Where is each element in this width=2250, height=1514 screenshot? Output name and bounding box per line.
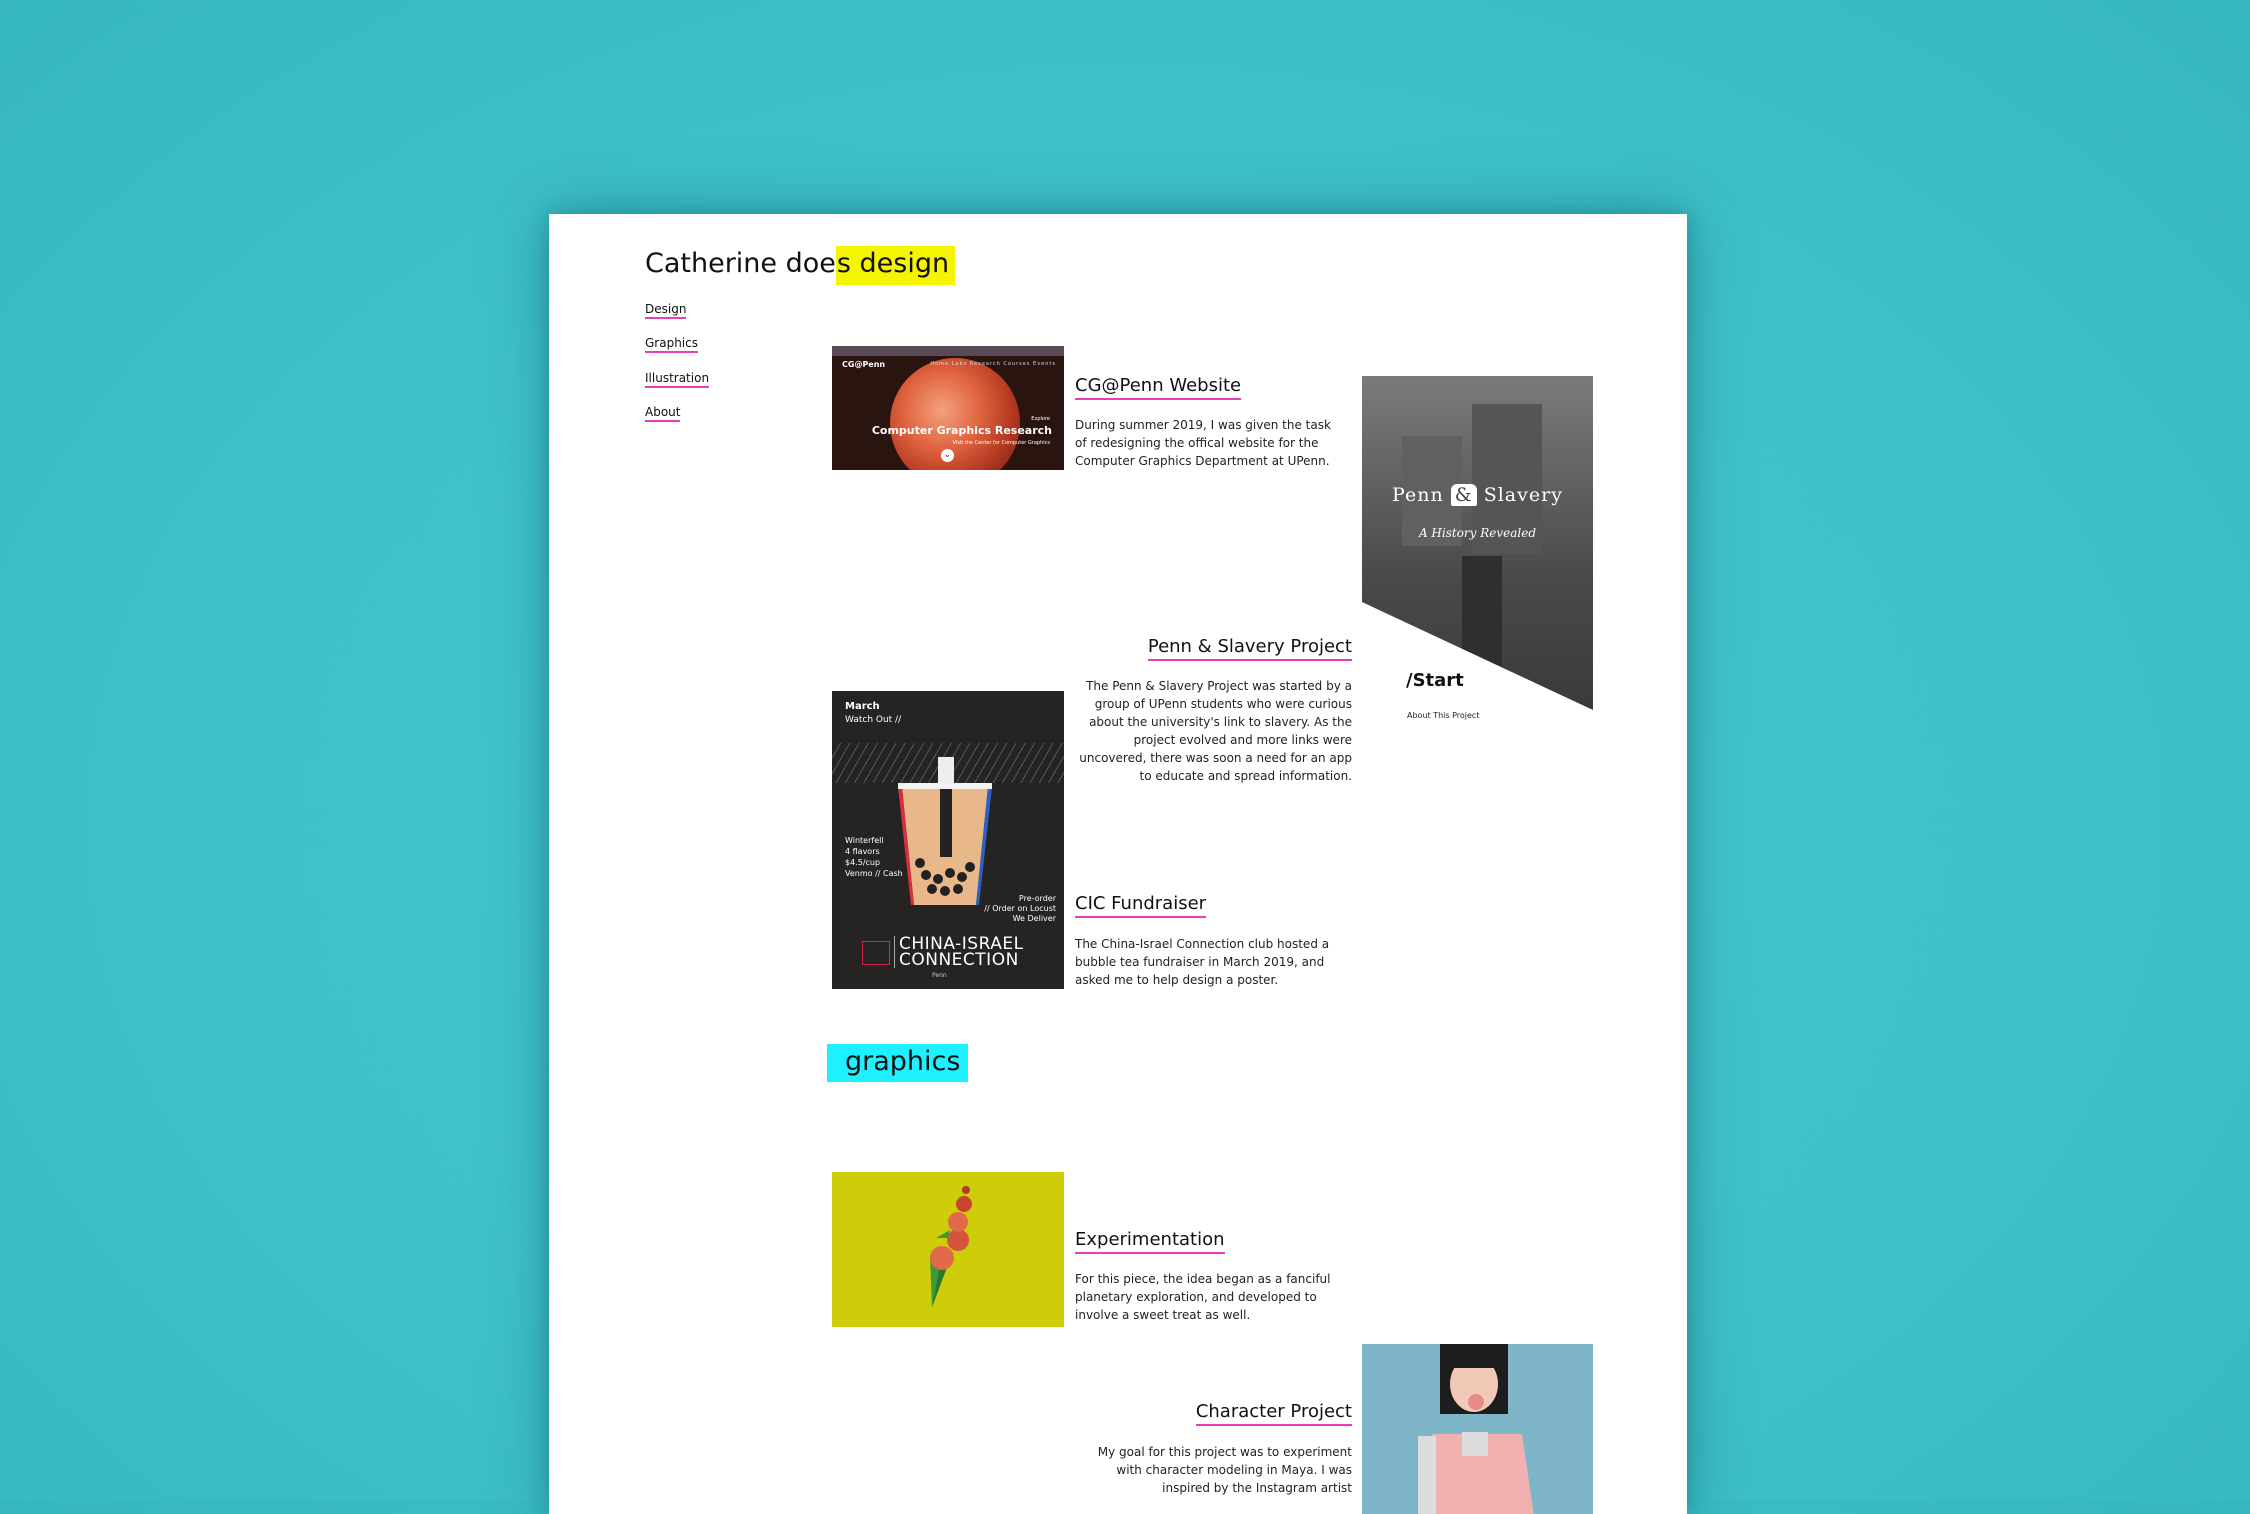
bubble-tea-icon	[898, 757, 992, 905]
graphics-desc-experimentation: For this piece, the idea began as a fanc…	[1075, 1272, 1331, 1322]
cg-subheading: Visit the Center for Computer Graphics	[952, 440, 1050, 446]
character-thumbnail[interactable]	[1362, 1344, 1593, 1514]
graphics-desc-character: My goal for this project was to experime…	[1097, 1445, 1352, 1495]
project-title-cg[interactable]: CG@Penn Website	[1075, 375, 1242, 400]
penn-slavery-logo: Penn & Slavery	[1392, 484, 1563, 506]
poster-penn: Penn	[932, 972, 947, 979]
cg-nav: Home Labs Research Courses Events	[930, 361, 1056, 367]
project-title-cic[interactable]: CIC Fundraiser	[1075, 893, 1207, 918]
penn-slavery-tagline: A History Revealed	[1418, 526, 1537, 540]
graphics-title-experimentation[interactable]: Experimentation	[1075, 1229, 1225, 1254]
nav-graphics[interactable]: Graphics	[645, 336, 698, 353]
nav-about[interactable]: About	[645, 405, 681, 422]
browser-bar	[832, 346, 1064, 356]
site-title-highlight: s design	[835, 246, 956, 285]
project-desc-penn-slavery: The Penn & Slavery Project was started b…	[1079, 679, 1352, 783]
start-button[interactable]: /Start	[1406, 670, 1464, 691]
project-desc-cic: The China-Israel Connection club hosted …	[1075, 937, 1330, 987]
cg-logo: CG@Penn	[842, 360, 886, 369]
cic-poster-thumbnail[interactable]: March Watch Out // Winterfell 4 flavors …	[832, 691, 1064, 989]
planet-image	[890, 358, 1020, 470]
cic-logo: CHINA-ISRAEL CONNECTION	[894, 936, 1024, 969]
ice-cream-illustration	[930, 1186, 972, 1307]
nav-design[interactable]: Design	[645, 302, 687, 319]
diagonal-overlay	[1362, 602, 1593, 710]
poster-month: March	[845, 701, 880, 712]
project-title-penn-slavery[interactable]: Penn & Slavery Project	[1147, 636, 1352, 661]
about-this-project-link[interactable]: About This Project	[1407, 711, 1479, 720]
cg-explore: Explore	[1031, 416, 1050, 422]
poster-preorder: Pre-order // Order on Locust We Deliver	[984, 894, 1056, 923]
nav-illustration[interactable]: Illustration	[645, 371, 710, 388]
project-desc-cg: During summer 2019, I was given the task…	[1075, 418, 1331, 468]
cg-heading: Computer Graphics Research	[871, 424, 1052, 437]
poster-watch: Watch Out //	[845, 715, 902, 725]
cg-penn-thumbnail[interactable]: CG@Penn Home Labs Research Courses Event…	[832, 346, 1064, 470]
puzzle-logo-icon	[862, 941, 890, 965]
poster-info: Winterfell 4 flavors $4.5/cup Venmo // C…	[845, 836, 903, 878]
site-title[interactable]: Catherine does design	[645, 246, 956, 285]
portfolio-page: Catherine does design Design Graphics Il…	[549, 214, 1687, 1514]
site-title-prefix: Catherine doe	[645, 248, 836, 279]
character-render	[1418, 1344, 1534, 1514]
penn-slavery-thumbnail[interactable]: Penn & Slavery A History Revealed	[1362, 376, 1593, 710]
chevron-down-icon: ⌄	[941, 449, 954, 462]
section-heading-graphics: graphics	[827, 1044, 969, 1082]
experimentation-thumbnail[interactable]	[832, 1172, 1064, 1327]
graphics-title-character[interactable]: Character Project	[1195, 1401, 1352, 1426]
